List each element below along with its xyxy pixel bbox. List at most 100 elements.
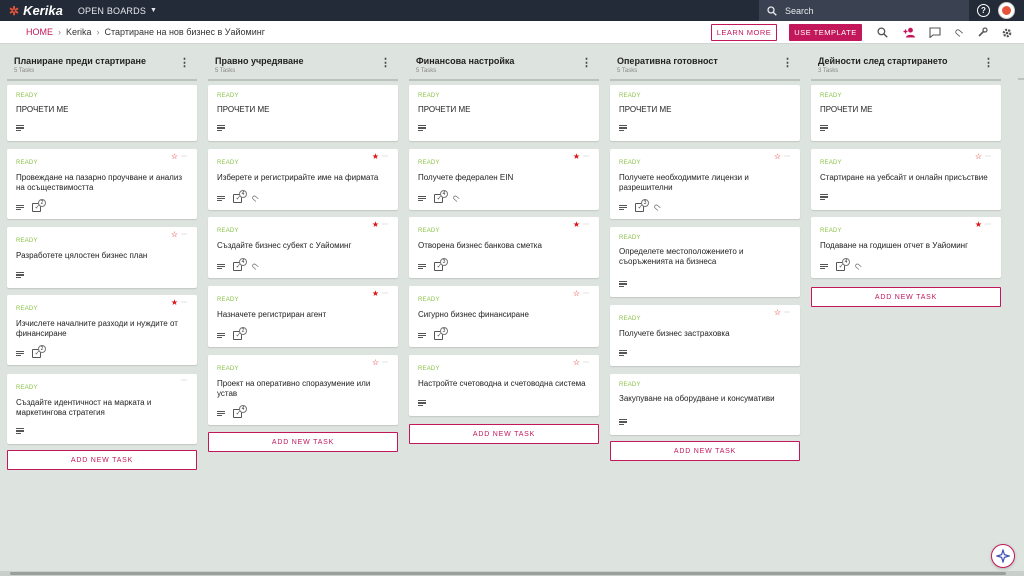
card-options-icon[interactable]: ⋯ [985, 154, 991, 160]
task-card[interactable]: ★ ⋯ READY Създайте бизнес субект с Уайоминг… [208, 217, 398, 278]
column-title[interactable]: Дейности след стартирането [818, 56, 1001, 67]
kerika-logo[interactable]: ✲ Kerika [9, 3, 63, 18]
card-options-icon[interactable]: ⋯ [583, 222, 589, 228]
checklist-icon: ✓ 4 [233, 258, 247, 271]
add-new-task-button[interactable]: ADD NEW TASK [409, 424, 599, 444]
star-filled-icon[interactable]: ★ [372, 290, 379, 298]
column-title[interactable]: Финансова настройка [416, 56, 599, 67]
task-card[interactable]: READY ПРОЧЕТИ МЕ [811, 85, 1001, 141]
task-card[interactable]: ★ ⋯ READY Изчислете началните разходи и нуж… [7, 295, 197, 365]
description-icon [16, 272, 24, 278]
attachment-icon: ⊂ [449, 191, 463, 205]
task-card[interactable]: ★ ⋯ READY Изберете и регистрирайте име на ф… [208, 149, 398, 210]
attachment-icon[interactable]: ⊂ [951, 25, 966, 40]
task-title: ПРОЧЕТИ МЕ [418, 105, 471, 114]
task-card[interactable]: READY ПРОЧЕТИ МЕ [7, 85, 197, 141]
column-menu-icon[interactable]: ⋮ [782, 58, 793, 69]
card-options-icon[interactable]: ⋯ [583, 291, 589, 297]
add-new-task-button[interactable]: ADD NEW TASK [811, 287, 1001, 307]
description-icon [217, 125, 225, 131]
star-outline-icon[interactable]: ☆ [171, 231, 178, 239]
chat-icon[interactable] [928, 26, 941, 39]
checklist-icon: ✓ 3 [434, 258, 448, 271]
horizontal-scrollbar[interactable] [0, 571, 1024, 576]
star-filled-icon[interactable]: ★ [171, 299, 178, 307]
star-filled-icon[interactable]: ★ [573, 153, 580, 161]
breadcrumb-home[interactable]: HOME [26, 27, 53, 37]
task-card[interactable]: ★ ⋯ READY Получете федерален EIN ✓ 4 ⊂ [409, 149, 599, 210]
star-outline-icon[interactable]: ☆ [774, 309, 781, 317]
card-options-icon[interactable]: ⋯ [784, 310, 790, 316]
card-options-icon[interactable]: ⋯ [784, 154, 790, 160]
settings-gear-icon[interactable] [1000, 26, 1013, 39]
card-icons: ✓ 4 [217, 405, 251, 418]
task-card[interactable]: ☆ ⋯ READY Разработете цялостен бизнес план [7, 227, 197, 288]
card-options-icon[interactable]: ⋯ [583, 154, 589, 160]
task-card[interactable]: READY Закупуване на оборудване и консумат… [610, 374, 800, 435]
star-filled-icon[interactable]: ★ [975, 221, 982, 229]
task-card[interactable]: ⋯ READY Създайте идентичност на марката и … [7, 374, 197, 444]
add-new-task-button[interactable]: ADD NEW TASK [208, 432, 398, 452]
column-menu-icon[interactable]: ⋮ [380, 58, 391, 69]
task-card[interactable]: ★ ⋯ READY Отворена бизнес банкова сметка ✓ 3 [409, 217, 599, 278]
card-options-icon[interactable]: ⋯ [181, 378, 187, 384]
star-outline-icon[interactable]: ☆ [573, 359, 580, 367]
card-options-icon[interactable]: ⋯ [382, 154, 388, 160]
add-new-task-button[interactable]: ADD NEW TASK [610, 441, 800, 461]
task-card[interactable]: ☆ ⋯ READY Получете необходимите лицензи и р… [610, 149, 800, 219]
search-input[interactable]: Search [759, 0, 969, 21]
task-card[interactable]: ☆ ⋯ READY Настройте счетоводна и счетоводна… [409, 355, 599, 416]
column-menu-icon[interactable]: ⋮ [179, 58, 190, 69]
star-outline-icon[interactable]: ☆ [573, 290, 580, 298]
task-card[interactable]: ☆ ⋯ READY Проект на оперативно споразумение… [208, 355, 398, 425]
task-card[interactable]: ★ ⋯ READY Подаване на годишен отчет в Уайом… [811, 217, 1001, 278]
card-options-icon[interactable]: ⋯ [382, 222, 388, 228]
help-icon[interactable]: ? [977, 4, 990, 17]
avatar[interactable] [998, 2, 1015, 19]
column-menu-icon[interactable]: ⋮ [581, 58, 592, 69]
card-options-icon[interactable]: ⋯ [985, 222, 991, 228]
task-card[interactable]: READY ПРОЧЕТИ МЕ [610, 85, 800, 141]
column-title[interactable]: Правно учредяване [215, 56, 398, 67]
card-options-icon[interactable]: ⋯ [382, 360, 388, 366]
star-outline-icon[interactable]: ☆ [372, 359, 379, 367]
open-boards-menu[interactable]: OPEN BOARDS ▼ [78, 6, 157, 16]
star-outline-icon[interactable]: ☆ [171, 153, 178, 161]
description-icon [820, 125, 828, 131]
card-options-icon[interactable]: ⋯ [181, 154, 187, 160]
task-card[interactable]: ★ ⋯ READY Назначете регистриран агент ✓ 2 [208, 286, 398, 347]
breadcrumb-org[interactable]: Kerika [66, 27, 92, 37]
card-flags: ☆ ⋯ [774, 309, 790, 317]
learn-more-button[interactable]: LEARN MORE [711, 24, 777, 41]
task-card[interactable]: READY Определете местоположението и съоръ… [610, 227, 800, 297]
task-card[interactable]: READY ПРОЧЕТИ МЕ [208, 85, 398, 141]
star-filled-icon[interactable]: ★ [372, 221, 379, 229]
ai-assistant-button[interactable] [991, 544, 1015, 568]
add-person-icon[interactable] [903, 26, 916, 39]
column-title[interactable]: Планиране преди стартиране [14, 56, 197, 67]
description-icon [619, 125, 627, 131]
task-card[interactable]: ☆ ⋯ READY Провеждане на пазарно проучване и… [7, 149, 197, 219]
star-filled-icon[interactable]: ★ [372, 153, 379, 161]
card-icons: ✓ 3 [418, 327, 452, 340]
card-options-icon[interactable]: ⋯ [382, 291, 388, 297]
use-template-button[interactable]: USE TEMPLATE [789, 24, 862, 41]
column-menu-icon[interactable]: ⋮ [983, 58, 994, 69]
scrollbar-thumb[interactable] [10, 572, 1006, 575]
tools-icon[interactable] [976, 26, 989, 39]
star-filled-icon[interactable]: ★ [573, 221, 580, 229]
task-card[interactable]: ☆ ⋯ READY Получете бизнес застраховка [610, 305, 800, 366]
star-outline-icon[interactable]: ☆ [975, 153, 982, 161]
card-options-icon[interactable]: ⋯ [181, 232, 187, 238]
task-card[interactable]: ☆ ⋯ READY Сигурно бизнес финансиране ✓ 3 [409, 286, 599, 347]
search-board-icon[interactable] [876, 26, 889, 39]
column-divider [610, 79, 800, 81]
task-card[interactable]: ☆ ⋯ READY Стартиране на уебсайт и онлайн пр… [811, 149, 1001, 210]
column-title[interactable]: Оперативна готовност [617, 56, 800, 67]
star-outline-icon[interactable]: ☆ [774, 153, 781, 161]
task-card[interactable]: READY ПРОЧЕТИ МЕ [409, 85, 599, 141]
add-new-task-button[interactable]: ADD NEW TASK [7, 450, 197, 470]
card-options-icon[interactable]: ⋯ [583, 360, 589, 366]
card-options-icon[interactable]: ⋯ [181, 300, 187, 306]
task-title: Сигурно бизнес финансиране [418, 310, 529, 319]
